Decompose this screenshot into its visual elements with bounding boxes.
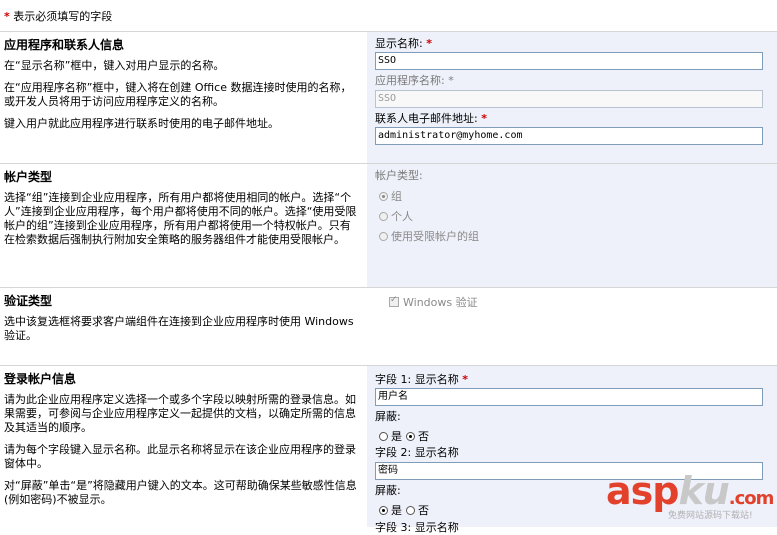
logon-desc-3: 对“屏蔽”单击“是”将隐藏用户键入的文本。这可帮助确保某些敏感性信息(例如密码)… [4, 479, 357, 506]
section-app-contact: 应用程序和联系人信息 在“显示名称”框中，键入对用户显示的名称。 在“应用程序名… [0, 31, 777, 164]
field2-mask-yes[interactable]: 是 [379, 502, 402, 518]
required-star: * [4, 10, 10, 23]
auth-fields-panel: Windows 验证 [367, 288, 777, 366]
field1-mask-label: 屏蔽: [375, 410, 401, 423]
display-name-input[interactable]: SSO [375, 52, 763, 70]
field1-mask-yes[interactable]: 是 [379, 428, 402, 444]
account-fields-panel: 帐户类型: 组 个人 使用受限帐户的组 [367, 164, 777, 288]
logon-desc-1: 请为此企业应用程序定义选择一个或多个字段以映射所需的登录信息。如果需要，可参阅与… [4, 393, 356, 434]
section-title-app: 应用程序和联系人信息 [4, 38, 125, 52]
radio-selected-icon[interactable] [406, 431, 415, 441]
app-fields-panel: 显示名称: * SSO 应用程序名称: * SSO 联系人电子邮件地址: * a… [367, 32, 777, 164]
radio-individual-option[interactable]: 个人 [379, 208, 413, 224]
field2-mask-radios: 是 否 [379, 502, 433, 518]
radio-restricted-icon[interactable] [379, 231, 388, 241]
field3-label: 字段 3: 显示名称 [375, 521, 459, 534]
radio-selected-icon[interactable] [379, 505, 388, 515]
checkbox-checked-icon[interactable] [389, 295, 399, 307]
radio-restricted-group-option[interactable]: 使用受限帐户的组 [379, 228, 479, 244]
radio-individual-icon[interactable] [379, 211, 388, 221]
section-title-auth: 验证类型 [4, 294, 53, 308]
display-name-label: 显示名称: * [375, 37, 432, 50]
account-desc: 选择“组”连接到企业应用程序，所有用户都将使用相同的帐户。选择“个人”连接到企业… [4, 191, 357, 246]
field1-input[interactable]: 用户名 [375, 388, 763, 406]
field1-mask-radios: 是 否 [379, 428, 433, 444]
required-note-text: 表示必须填写的字段 [13, 10, 113, 23]
radio-group-icon[interactable] [379, 191, 388, 201]
field1-mask-no[interactable]: 否 [406, 428, 429, 444]
section-title-account: 帐户类型 [4, 170, 53, 184]
radio-group-option[interactable]: 组 [379, 188, 402, 204]
watermark-subtitle: 免费网站源码下载站! [668, 511, 753, 521]
windows-auth-checkbox[interactable]: Windows 验证 [389, 294, 478, 310]
section-title-logon: 登录帐户信息 [4, 372, 77, 386]
site-watermark-logo: aspku.com 免费网站源码下载站! [606, 470, 776, 526]
app-name-input[interactable]: SSO [375, 90, 763, 108]
section-account-type: 帐户类型 选择“组”连接到企业应用程序，所有用户都将使用相同的帐户。选择“个人”… [0, 163, 777, 288]
field2-label: 字段 2: 显示名称 [375, 446, 459, 459]
field1-label: 字段 1: 显示名称 * [375, 373, 468, 386]
field2-mask-label: 屏蔽: [375, 484, 401, 497]
email-label: 联系人电子邮件地址: * [375, 112, 487, 125]
field2-mask-no[interactable]: 否 [406, 502, 429, 518]
app-desc-2: 在“应用程序名称”框中，键入将在创建 Office 数据连接时使用的名称，或开发… [4, 81, 352, 108]
email-input[interactable]: administrator@myhome.com [375, 127, 763, 145]
required-fields-note: * 表示必须填写的字段 [4, 8, 112, 24]
account-type-label: 帐户类型: [375, 169, 423, 182]
auth-desc: 选中该复选框将要求客户端组件在连接到企业应用程序时使用 Windows 验证。 [4, 315, 354, 342]
app-desc-1: 在“显示名称”框中，键入对用户显示的名称。 [4, 59, 225, 72]
section-auth-type: 验证类型 选中该复选框将要求客户端组件在连接到企业应用程序时使用 Windows… [0, 287, 777, 366]
logon-desc-2: 请为每个字段键入显示名称。此显示名称将显示在该企业应用程序的登录窗体中。 [4, 443, 356, 470]
app-desc-3: 键入用户就此应用程序进行联系时使用的电子邮件地址。 [4, 117, 279, 130]
app-name-label: 应用程序名称: * [375, 74, 454, 87]
radio-icon[interactable] [379, 431, 388, 441]
radio-icon[interactable] [406, 505, 415, 515]
